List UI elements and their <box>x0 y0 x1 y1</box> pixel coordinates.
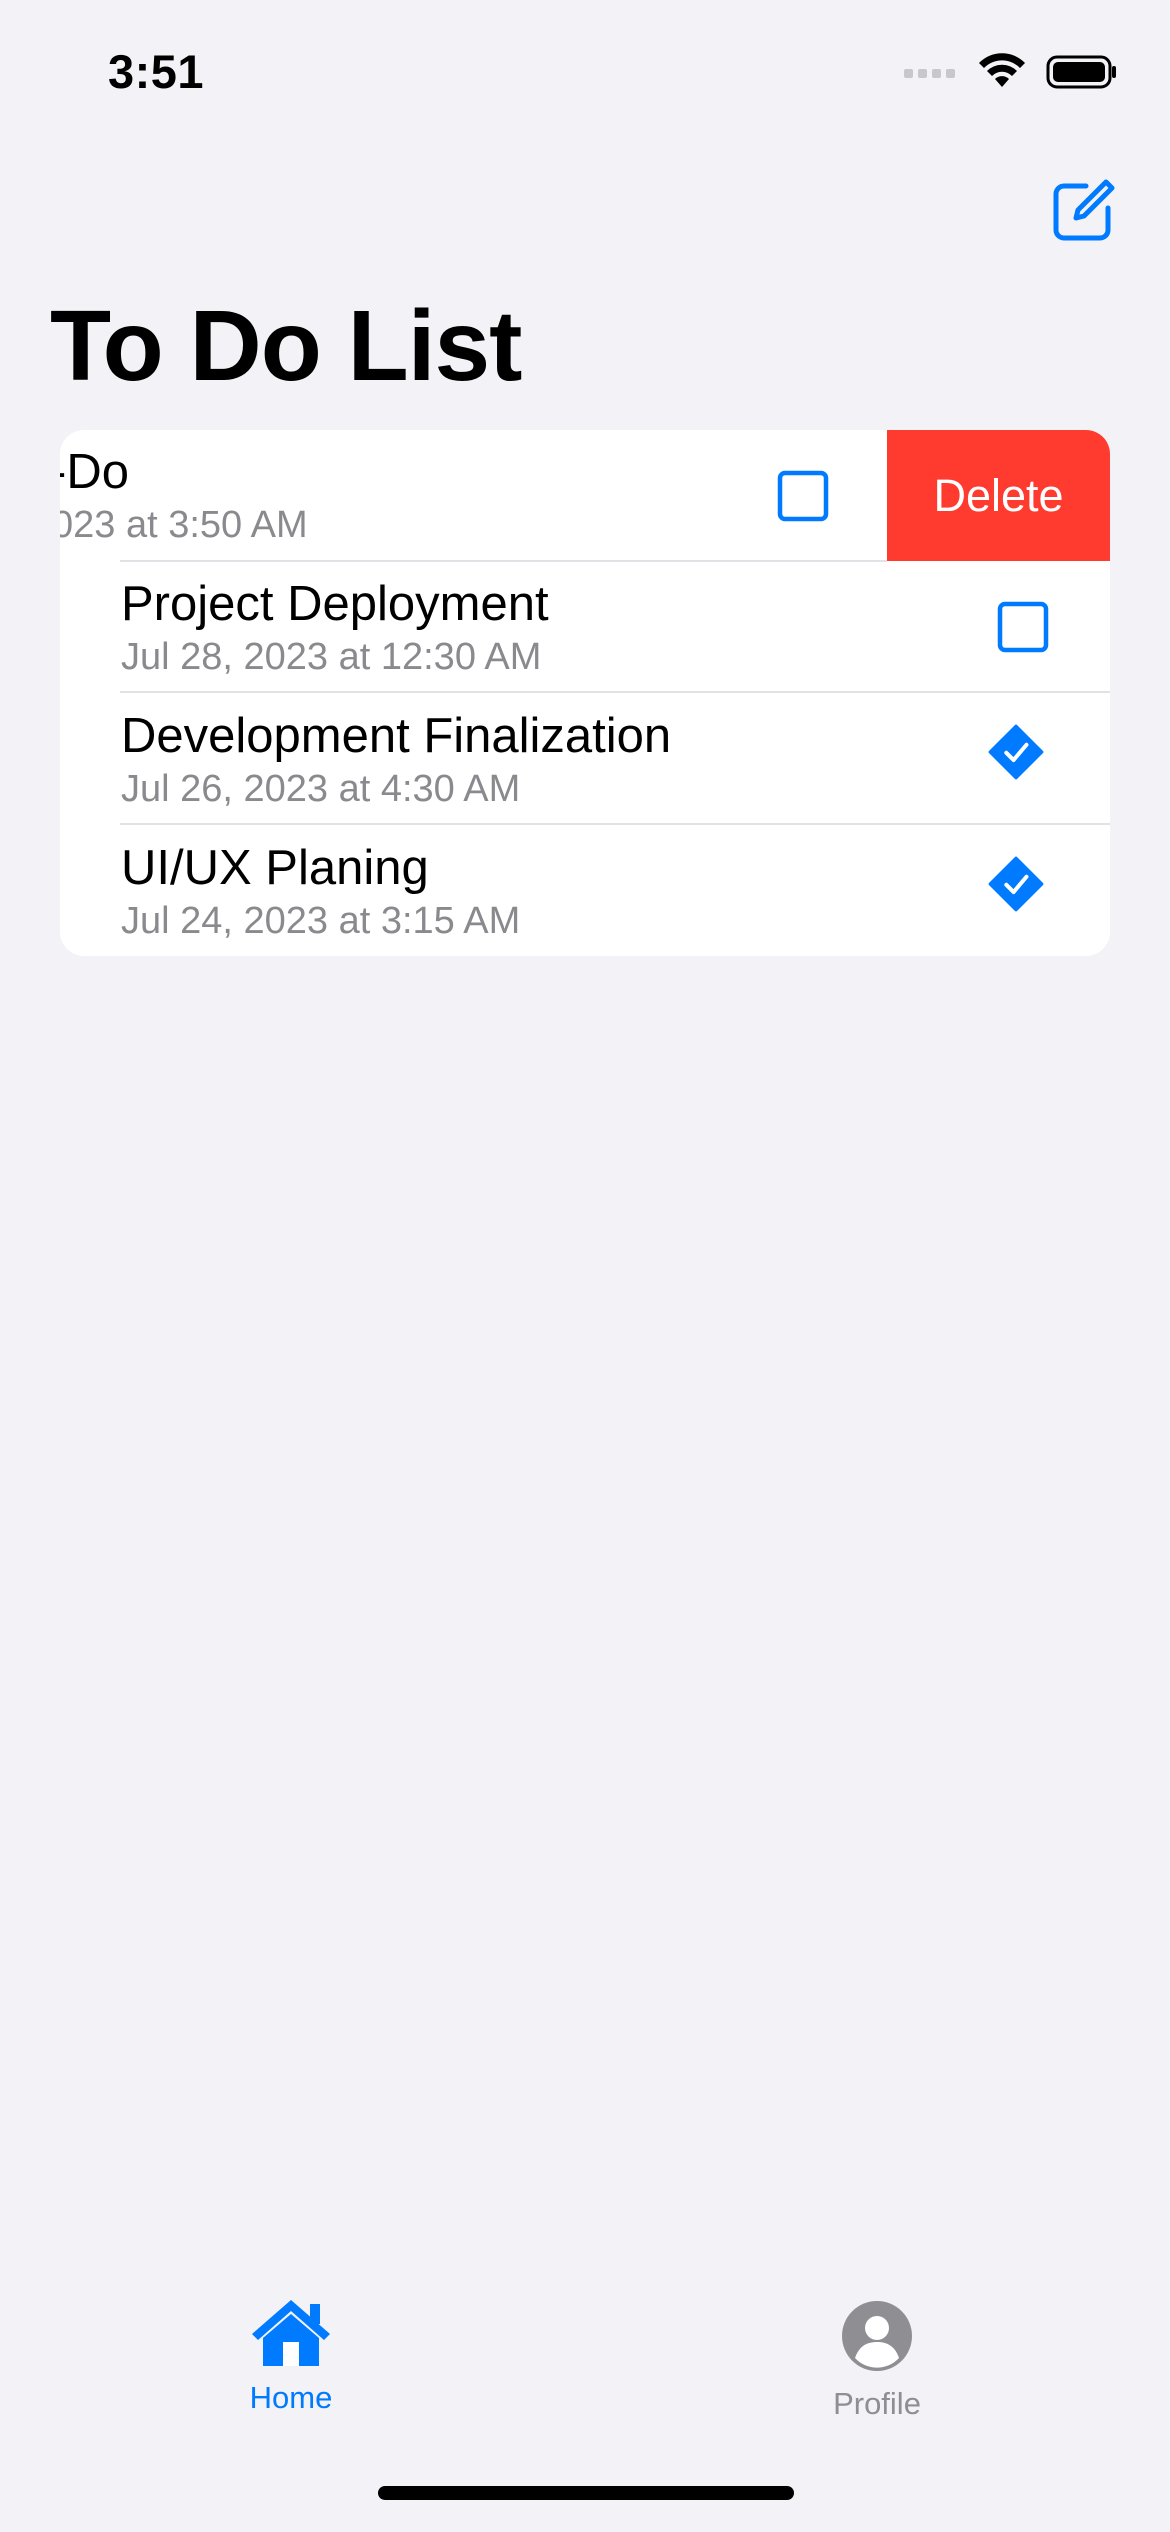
todo-date: Jul 28, 2023 at 12:30 AM <box>121 636 542 678</box>
todo-date: Jul 26, 2023 at 4:30 AM <box>121 768 521 810</box>
todo-date: 023 at 3:50 AM <box>60 504 308 546</box>
todo-date: Jul 24, 2023 at 3:15 AM <box>121 900 521 942</box>
home-indicator <box>378 2486 794 2500</box>
todo-list: -Do 023 at 3:50 AM Delete Project Deploy… <box>60 430 1110 956</box>
todo-row[interactable]: -Do 023 at 3:50 AM Delete <box>60 430 1110 561</box>
tab-profile[interactable]: Profile <box>797 2300 957 2422</box>
status-icons <box>904 52 1118 92</box>
person-circle-icon <box>842 2301 912 2371</box>
todo-row[interactable]: UI/UX Planing Jul 24, 2023 at 3:15 AM <box>60 825 1110 956</box>
todo-row[interactable]: Development Finalization Jul 26, 2023 at… <box>60 693 1110 824</box>
cellular-signal-icon <box>904 69 955 78</box>
compose-button[interactable] <box>1050 178 1116 244</box>
checkbox-unchecked-icon[interactable] <box>774 467 832 525</box>
house-icon <box>252 2300 330 2366</box>
todo-title: Project Deployment <box>121 577 549 631</box>
tab-home[interactable]: Home <box>211 2296 371 2416</box>
wifi-icon <box>979 53 1025 87</box>
todo-title: Development Finalization <box>121 709 672 763</box>
battery-icon <box>1046 55 1116 89</box>
todo-row[interactable]: Project Deployment Jul 28, 2023 at 12:30… <box>60 561 1110 692</box>
todo-title: -Do <box>60 445 129 499</box>
page-title: To Do List <box>50 290 522 402</box>
tab-label: Profile <box>833 2386 921 2421</box>
tab-label: Home <box>249 2380 333 2415</box>
checkmark-diamond-icon[interactable] <box>987 723 1045 781</box>
checkmark-diamond-icon[interactable] <box>987 855 1045 913</box>
square-and-pencil-icon <box>1053 179 1115 241</box>
status-time: 3:51 <box>108 45 205 98</box>
delete-button[interactable]: Delete <box>887 430 1110 561</box>
todo-title: UI/UX Planing <box>121 841 429 895</box>
checkbox-unchecked-icon[interactable] <box>994 598 1052 656</box>
